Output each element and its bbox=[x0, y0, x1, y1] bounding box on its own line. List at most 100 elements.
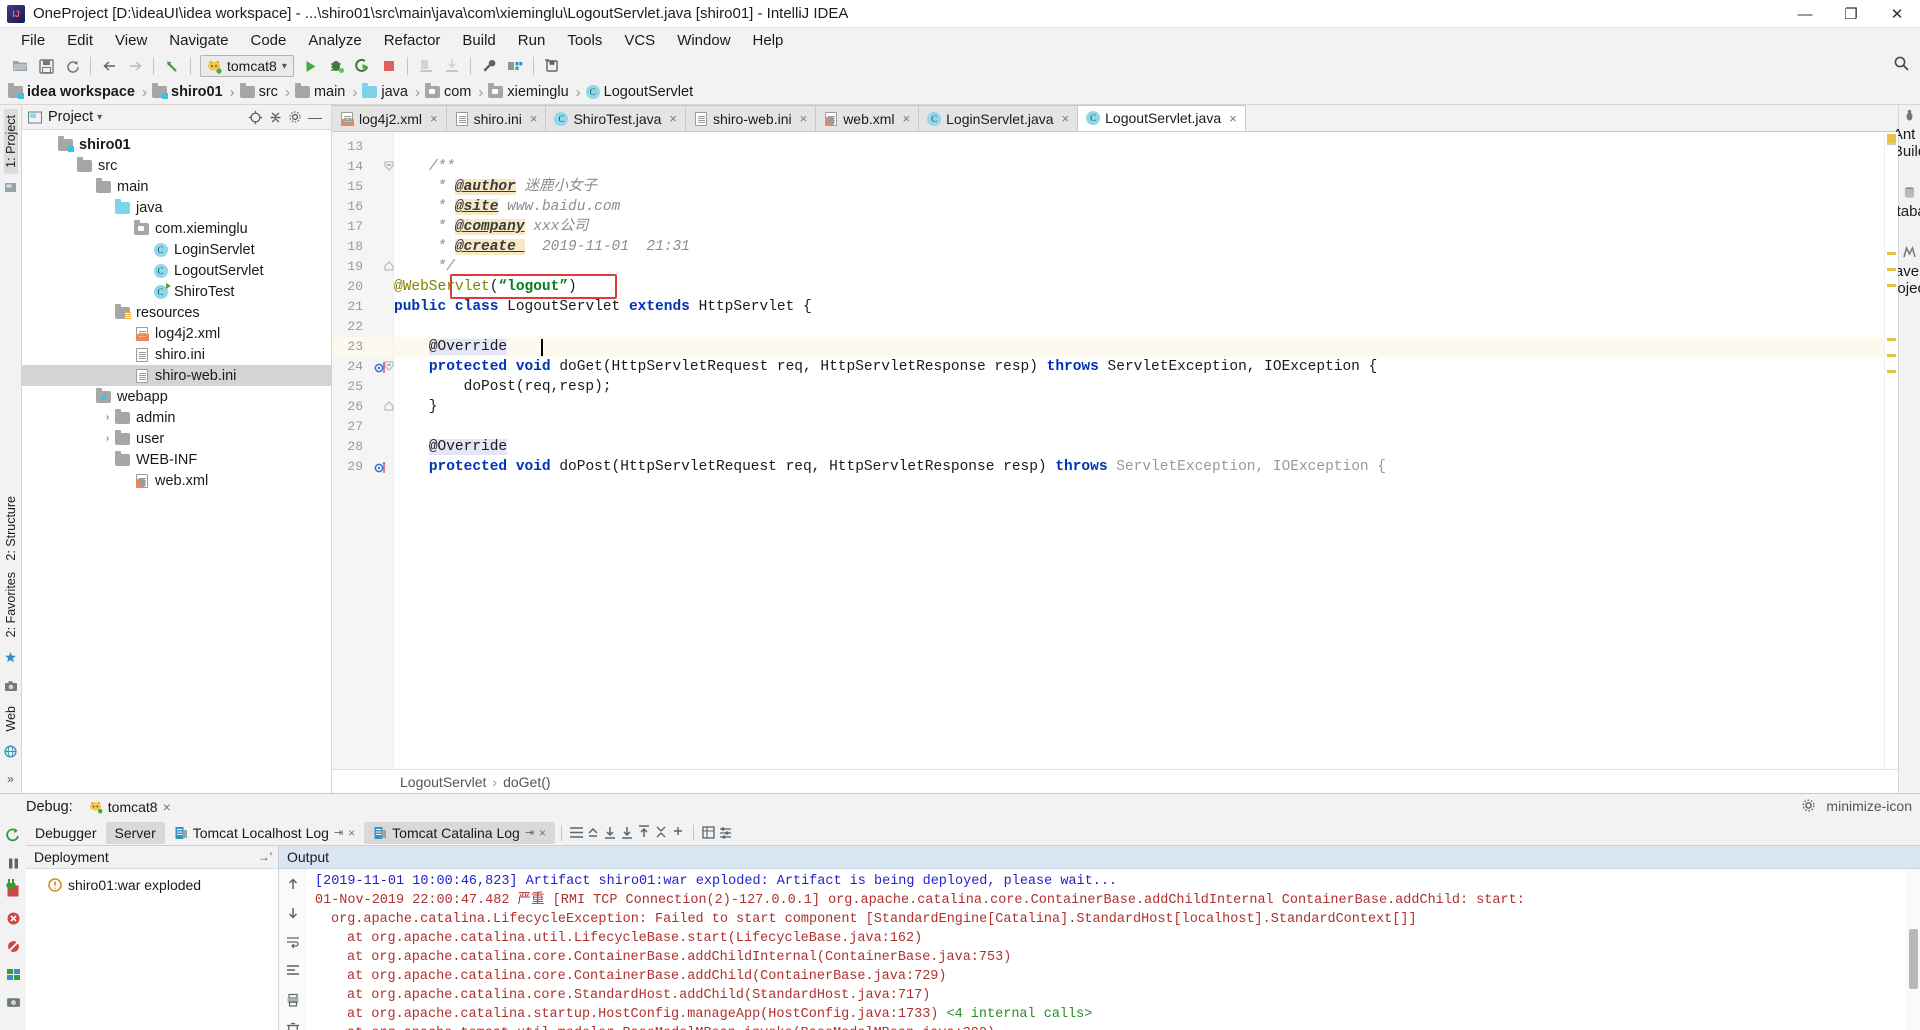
editor-marker[interactable] bbox=[1887, 252, 1896, 255]
menu-view[interactable]: View bbox=[104, 30, 158, 51]
tree-expand-arrow[interactable]: ⱟ bbox=[101, 307, 114, 318]
close-icon[interactable]: × bbox=[1229, 111, 1237, 126]
tree-item-web-inf[interactable]: ⱟ WEB-INF bbox=[22, 449, 331, 470]
print-icon[interactable] bbox=[286, 993, 300, 1011]
hide-icon[interactable]: — bbox=[305, 107, 325, 127]
view-breakpoints-icon[interactable] bbox=[6, 967, 21, 986]
editor-marker[interactable] bbox=[1887, 354, 1896, 357]
pin-icon[interactable]: →' bbox=[258, 850, 272, 864]
favorites-star-icon[interactable] bbox=[2, 649, 20, 667]
revert-arrow-icon[interactable] bbox=[159, 54, 185, 78]
run-configuration-selector[interactable]: tomcat8 ▾ bbox=[200, 55, 294, 77]
menu-run[interactable]: Run bbox=[507, 30, 557, 51]
scroll-from-source-icon[interactable] bbox=[245, 107, 265, 127]
menu-help[interactable]: Help bbox=[742, 30, 795, 51]
editor-marker[interactable] bbox=[1887, 338, 1896, 341]
menu-refactor[interactable]: Refactor bbox=[373, 30, 452, 51]
tree-item-src[interactable]: ⱟ src bbox=[22, 155, 331, 176]
breadcrumb-item-java[interactable]: java bbox=[362, 84, 410, 100]
tree-item-main[interactable]: ⱟ main bbox=[22, 176, 331, 197]
camera-icon[interactable] bbox=[6, 995, 21, 1012]
scroll-down-icon[interactable] bbox=[602, 824, 619, 841]
fold-end-icon[interactable] bbox=[384, 261, 394, 271]
editor-tab-shiro-ini[interactable]: shiro.ini × bbox=[447, 105, 547, 131]
chevron-down-icon[interactable]: ▾ bbox=[97, 112, 102, 123]
debug-tab-debugger[interactable]: Debugger bbox=[26, 822, 106, 844]
arrow-up-icon[interactable] bbox=[286, 877, 300, 895]
tree-item-shiro-ini[interactable]: shiro.ini bbox=[22, 344, 331, 365]
deployment-item[interactable]: shiro01:war exploded bbox=[26, 875, 278, 895]
save-icon[interactable] bbox=[33, 54, 59, 78]
plug-icon[interactable] bbox=[4, 878, 18, 892]
scrollbar-thumb[interactable] bbox=[1909, 929, 1918, 989]
editor-marker[interactable] bbox=[1887, 284, 1896, 287]
code-content[interactable]: /** * @author 迷鹿小女子 * @site www.baidu.co… bbox=[394, 132, 1884, 769]
breadcrumb-item-com[interactable]: com bbox=[425, 84, 473, 100]
breadcrumb-item-xieminglu[interactable]: xieminglu bbox=[488, 84, 570, 100]
restart-icon[interactable] bbox=[6, 911, 21, 930]
status-method-name[interactable]: doGet() bbox=[503, 774, 550, 790]
breadcrumb-item-src[interactable]: src bbox=[240, 84, 280, 100]
scroll-to-end-icon[interactable] bbox=[619, 824, 636, 841]
debug-tab-tomcat-catalina-log[interactable]: Tomcat Catalina Log ⇥ × bbox=[364, 822, 555, 844]
tree-item-com-xieminglu[interactable]: ⱟ com.xieminglu bbox=[22, 218, 331, 239]
open-folder-icon[interactable] bbox=[7, 54, 33, 78]
editor-tab-log4j2-xml[interactable]: log4j2.xml× bbox=[332, 105, 447, 131]
close-icon[interactable]: × bbox=[163, 799, 171, 815]
pin-icon[interactable]: ⇥ bbox=[334, 826, 343, 839]
breadcrumb-item-idea-workspace[interactable]: idea workspace bbox=[8, 84, 137, 100]
console-output[interactable]: [2019-11-01 10:00:46,823] Artifact shiro… bbox=[307, 869, 1906, 1030]
override-method-icon[interactable] bbox=[372, 459, 388, 475]
tree-item-shiro01[interactable]: ⱟ shiro01 bbox=[22, 134, 331, 155]
menu-code[interactable]: Code bbox=[239, 30, 297, 51]
undeploy-icon[interactable] bbox=[439, 54, 465, 78]
project-structure-icon[interactable] bbox=[502, 54, 528, 78]
menu-edit[interactable]: Edit bbox=[56, 30, 104, 51]
soft-wrap-icon[interactable] bbox=[585, 824, 602, 841]
tree-item-loginservlet[interactable]: C LoginServlet bbox=[22, 239, 331, 260]
breadcrumb-item-main[interactable]: main bbox=[295, 84, 347, 100]
ant-icon[interactable] bbox=[1903, 109, 1916, 126]
menu-tools[interactable]: Tools bbox=[556, 30, 613, 51]
close-icon[interactable]: × bbox=[669, 111, 677, 126]
fold-collapse-icon[interactable] bbox=[384, 161, 394, 171]
arrow-right-icon[interactable] bbox=[122, 54, 148, 78]
expand-icon[interactable] bbox=[653, 824, 670, 841]
maven-icon[interactable] bbox=[1903, 246, 1916, 263]
tree-item-webapp[interactable]: ⱟ webapp bbox=[22, 386, 331, 407]
minimize-button[interactable]: — bbox=[1782, 0, 1828, 28]
tree-expand-arrow[interactable]: ⱟ bbox=[63, 160, 76, 171]
database-save-icon[interactable] bbox=[539, 54, 565, 78]
debug-session-tab[interactable]: tomcat8 × bbox=[83, 797, 177, 817]
tree-item-web-xml[interactable]: web.xml bbox=[22, 470, 331, 491]
arrow-left-icon[interactable] bbox=[96, 54, 122, 78]
editor-gutter[interactable]: 13 14 15 16 17 18 19 20 21 22 23 24 25 26 27 28 29 bbox=[332, 132, 394, 769]
tree-item-logoutservlet[interactable]: C LogoutServlet bbox=[22, 260, 331, 281]
close-icon[interactable]: × bbox=[903, 111, 911, 126]
scroll-end-icon[interactable] bbox=[286, 964, 300, 982]
editor-marker[interactable] bbox=[1887, 268, 1896, 271]
close-icon[interactable]: × bbox=[800, 111, 808, 126]
breadcrumb-item-shiro01[interactable]: shiro01 bbox=[152, 84, 225, 100]
inspection-status-indicator[interactable] bbox=[1887, 134, 1896, 143]
gear-icon[interactable] bbox=[1801, 798, 1816, 817]
refresh-icon[interactable] bbox=[59, 54, 85, 78]
close-icon[interactable]: × bbox=[530, 111, 538, 126]
menu-vcs[interactable]: VCS bbox=[613, 30, 666, 51]
maximize-button[interactable]: ❐ bbox=[1828, 0, 1874, 28]
web-globe-icon[interactable] bbox=[2, 742, 20, 760]
close-icon[interactable]: × bbox=[430, 111, 438, 126]
fold-collapse-icon[interactable] bbox=[384, 361, 394, 371]
stop-square-icon[interactable] bbox=[376, 54, 402, 78]
tree-item-shiro-web-ini[interactable]: shiro-web.ini bbox=[22, 365, 331, 386]
close-icon[interactable]: × bbox=[1062, 111, 1070, 126]
console-scrollbar[interactable] bbox=[1906, 869, 1920, 1030]
tree-expand-arrow[interactable]: › bbox=[101, 433, 114, 444]
collapse-all-icon[interactable] bbox=[265, 107, 285, 127]
deploy-icon[interactable] bbox=[413, 54, 439, 78]
list-icon[interactable] bbox=[568, 824, 585, 841]
camera-icon[interactable] bbox=[2, 677, 20, 695]
soft-wrap-icon[interactable] bbox=[286, 935, 300, 953]
debug-tab-server[interactable]: Server bbox=[106, 822, 165, 844]
gear-icon[interactable] bbox=[285, 107, 305, 127]
